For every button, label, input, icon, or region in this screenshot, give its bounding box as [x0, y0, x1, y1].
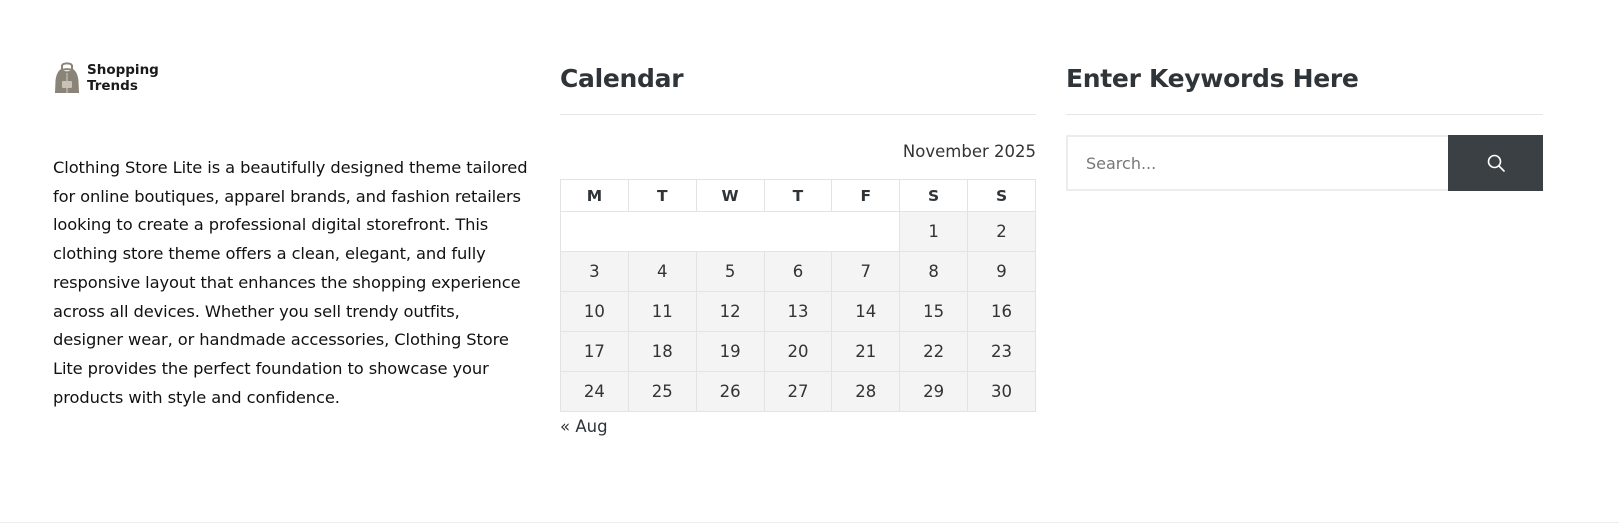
- calendar-day: 25: [627, 371, 697, 412]
- calendar-weekday-row: M T W T F S S: [560, 179, 1036, 212]
- about-description: Clothing Store Lite is a beautifully des…: [53, 158, 528, 407]
- calendar-prev-month-link[interactable]: « Aug: [560, 417, 608, 436]
- calendar-day: 22: [899, 331, 969, 372]
- search-widget: Enter Keywords Here: [1066, 60, 1543, 191]
- title-divider: [1066, 114, 1543, 115]
- calendar-table: M T W T F S S 1 2 3 4 5 6 7 8 9 10 11 12…: [559, 179, 1036, 412]
- calendar-day: 18: [627, 331, 697, 372]
- title-divider: [560, 114, 1036, 115]
- search-form: [1066, 135, 1543, 191]
- calendar-week-row: 17 18 19 20 21 22 23: [560, 331, 1036, 372]
- calendar-day: 11: [627, 291, 697, 332]
- calendar-day: 8: [899, 251, 969, 292]
- calendar-day: 3: [560, 251, 629, 292]
- footer-widgets: Shopping Trends Clothing Store Lite is a…: [0, 0, 1619, 525]
- calendar-day: 23: [967, 331, 1036, 372]
- weekday-header: F: [831, 179, 901, 212]
- search-icon: [1487, 154, 1505, 172]
- calendar-day: 13: [763, 291, 833, 332]
- site-logo[interactable]: Shopping Trends: [53, 60, 533, 96]
- weekday-header: S: [899, 179, 969, 212]
- calendar-week-row: 24 25 26 27 28 29 30: [560, 371, 1036, 412]
- about-widget: Shopping Trends Clothing Store Lite is a…: [53, 60, 533, 412]
- calendar-padding-cell: [559, 211, 901, 252]
- calendar-nav: « Aug: [560, 416, 1036, 438]
- calendar-week-row: 1 2: [559, 211, 1036, 252]
- calendar-week-row: 3 4 5 6 7 8 9: [560, 251, 1036, 292]
- site-name-line2: Trends: [87, 78, 138, 94]
- calendar-day: 16: [967, 291, 1036, 332]
- calendar-day: 10: [560, 291, 629, 332]
- calendar-day: 15: [899, 291, 969, 332]
- calendar-widget: Calendar November 2025 M T W T F S S 1 2…: [559, 60, 1036, 438]
- calendar-day: 7: [831, 251, 901, 292]
- search-input[interactable]: [1066, 135, 1448, 191]
- footer-bottom-divider: [0, 522, 1619, 523]
- calendar-month-caption: November 2025: [902, 142, 1036, 161]
- calendar-day: 20: [763, 331, 833, 372]
- calendar-day: 19: [695, 331, 765, 372]
- calendar-week-row: 10 11 12 13 14 15 16: [560, 291, 1036, 332]
- calendar-day: 6: [763, 251, 833, 292]
- calendar-day: 24: [560, 371, 629, 412]
- calendar-day: 27: [763, 371, 833, 412]
- search-button[interactable]: [1448, 135, 1543, 191]
- calendar-day: 26: [695, 371, 765, 412]
- hoodie-logo-icon: [55, 62, 79, 93]
- calendar-day: 17: [560, 331, 629, 372]
- weekday-header: T: [627, 179, 697, 212]
- calendar-day: 29: [899, 371, 969, 412]
- calendar-day: 9: [967, 251, 1036, 292]
- calendar-day: 2: [967, 211, 1036, 252]
- calendar-day: 21: [831, 331, 901, 372]
- site-name: Shopping Trends: [87, 62, 159, 95]
- calendar-day: 12: [695, 291, 765, 332]
- calendar-day: 28: [831, 371, 901, 412]
- site-name-line1: Shopping: [87, 61, 159, 78]
- weekday-header: W: [695, 179, 765, 212]
- calendar-day: 14: [831, 291, 901, 332]
- calendar-day: 1: [899, 211, 969, 252]
- calendar-title: Calendar: [560, 64, 684, 93]
- weekday-header: M: [560, 179, 629, 212]
- calendar-day: 4: [627, 251, 697, 292]
- calendar-day: 5: [695, 251, 765, 292]
- weekday-header: S: [967, 179, 1036, 212]
- weekday-header: T: [763, 179, 833, 212]
- calendar-day: 30: [967, 371, 1036, 412]
- search-widget-title: Enter Keywords Here: [1066, 64, 1359, 93]
